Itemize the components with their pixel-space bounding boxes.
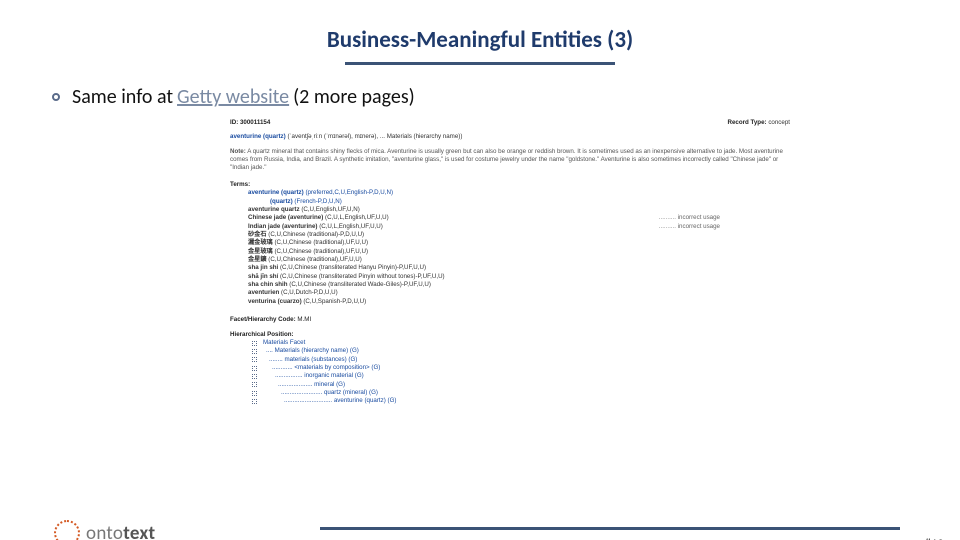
term-row: .......... incorrect usageChinese jade (… <box>248 214 790 222</box>
term-row: 金星鑛 (C,U,Chinese (traditional),UF,U,U) <box>248 256 790 264</box>
hierarchy-box-icon <box>252 349 257 354</box>
hierarchy-row: ............................ aventurine … <box>252 397 790 405</box>
note-text: A quartz mineral that contains shiny fle… <box>230 148 783 172</box>
term-row: 灑金玻璃 (C,U,Chinese (traditional),UF,U,U) <box>248 239 790 247</box>
lead-term: aventurine (quartz) <box>230 133 286 140</box>
hierarchy-box-icon <box>252 366 257 371</box>
hierarchy-label: .................... mineral (G) <box>278 381 345 389</box>
hierarchy-label: Materials Facet <box>263 339 305 347</box>
hierarchy-label: ............ <materials by composition> … <box>272 364 380 372</box>
record-type-label: Record Type: <box>728 119 767 126</box>
record-type-value: concept <box>768 119 790 126</box>
hierarchy-box-icon <box>252 374 257 379</box>
hierarchy-label: ........................ quartz (mineral… <box>281 389 378 397</box>
id-label: ID: <box>230 119 238 126</box>
term-row: 金星玻璃 (C,U,Chinese (traditional),UF,U,U) <box>248 248 790 256</box>
term-row: sha chin shih (C,U,Chinese (transliterat… <box>248 281 790 289</box>
hierarchy-box-icon <box>252 341 257 346</box>
term-row: sha jin shi (C,U,Chinese (transliterated… <box>248 264 790 272</box>
hierarchy-row: ........................ quartz (mineral… <box>252 389 790 397</box>
bullet-line: Same info at Getty website (2 more pages… <box>52 85 960 109</box>
logo-left: onto <box>86 522 123 540</box>
term-row: (quartz) (French-P,D,U,N) <box>270 198 790 206</box>
term-row: aventurine quartz (C,U,English,UF,U,N) <box>248 206 790 214</box>
hierarchy-box-icon <box>252 391 257 396</box>
hierarchy-row: ................ inorganic material (G) <box>252 372 790 380</box>
hierarchy-row: ............ <materials by composition> … <box>252 364 790 372</box>
getty-link[interactable]: Getty website <box>177 85 289 109</box>
hierarchy-row: Materials Facet <box>252 339 790 347</box>
lead-reading: (ˈaventʃəˌriːn (ˈmɪnərəl), mɪnerə), ... … <box>287 133 462 140</box>
term-row: aventurien (C,U,Dutch-P,D,U,U) <box>248 289 790 297</box>
logo-mark-icon <box>54 520 80 540</box>
hierarchy-row: .... Materials (hierarchy name) (G) <box>252 347 790 355</box>
hierarchy-label: Hierarchical Position: <box>230 331 790 339</box>
hierarchy-label: ........ materials (substances) (G) <box>269 356 357 364</box>
title-rule <box>345 62 615 65</box>
term-row: shā jīn shí (C,U,Chinese (transliterated… <box>248 273 790 281</box>
id-value: 300011154 <box>240 119 270 126</box>
term-row: .......... incorrect usageIndian jade (a… <box>248 223 790 231</box>
hierarchy-row: .................... mineral (G) <box>252 381 790 389</box>
hierarchy-row: ........ materials (substances) (G) <box>252 356 790 364</box>
hierarchy-box-icon <box>252 357 257 362</box>
term-row: aventurine (quartz) (preferred,C,U,Engli… <box>248 189 790 197</box>
bullet-prefix: Same info at <box>72 85 173 109</box>
facet-value: M.MI <box>297 316 311 323</box>
bullet-suffix: (2 more pages) <box>293 85 415 109</box>
slide-title: Business-Meaningful Entities (3) <box>0 26 960 54</box>
hierarchy-label: ............................ aventurine … <box>284 397 396 405</box>
logo-right: text <box>123 522 155 540</box>
hierarchy-label: ................ inorganic material (G) <box>275 372 364 380</box>
term-row: venturina (cuarzo) (C,U,Spanish-P,D,U,U) <box>248 298 790 306</box>
facet-label: Facet/Hierarchy Code: <box>230 316 296 323</box>
bullet-icon <box>52 93 60 101</box>
footer-rule <box>320 527 900 530</box>
ontotext-logo: ontotext <box>54 520 155 540</box>
hierarchy-label: .... Materials (hierarchy name) (G) <box>266 347 359 355</box>
terms-label: Terms: <box>230 181 790 189</box>
hierarchy-box-icon <box>252 382 257 387</box>
note-label: Note: <box>230 148 246 155</box>
embedded-screenshot: ID: 300011154 Record Type: concept avent… <box>230 119 790 406</box>
hierarchy-box-icon <box>252 399 257 404</box>
